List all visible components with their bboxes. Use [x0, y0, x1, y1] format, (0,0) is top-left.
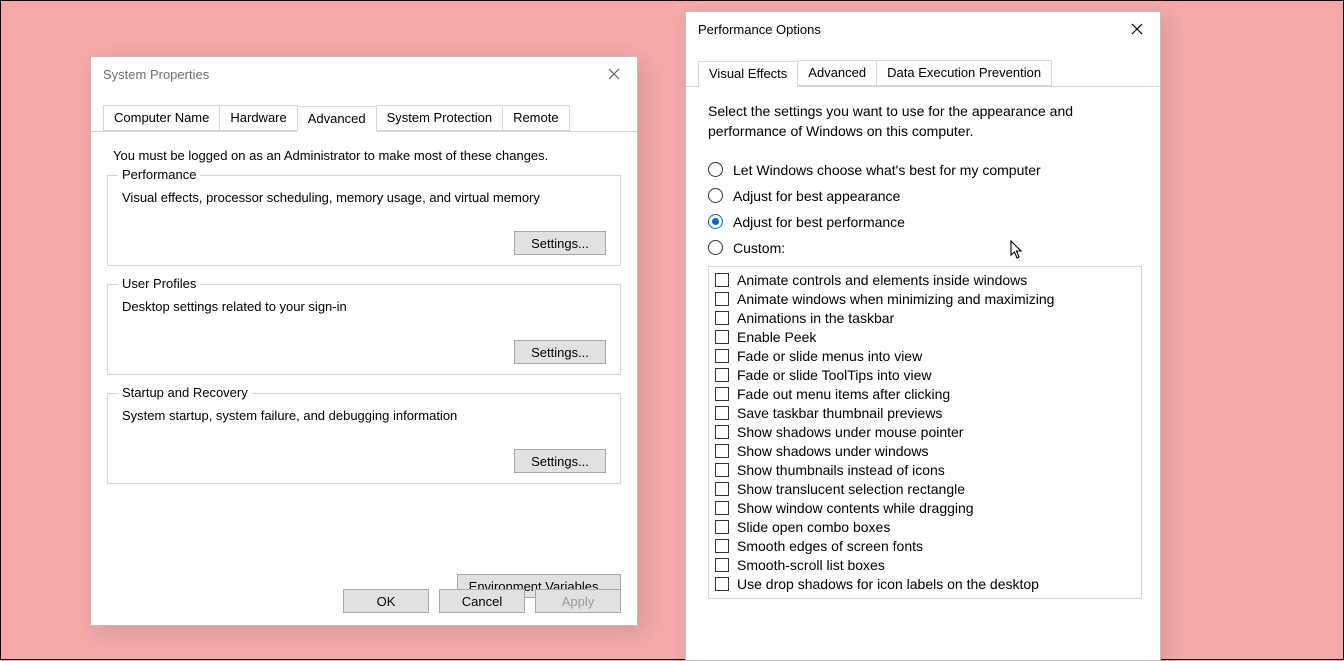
checkbox-icon[interactable] — [715, 330, 729, 344]
checkbox-icon[interactable] — [715, 539, 729, 553]
list-item[interactable]: Show thumbnails instead of icons — [715, 461, 1135, 480]
list-item[interactable]: Animations in the taskbar — [715, 309, 1135, 328]
checkbox-icon[interactable] — [715, 349, 729, 363]
checkbox-label: Show thumbnails instead of icons — [737, 462, 945, 478]
checkbox-icon[interactable] — [715, 482, 729, 496]
group-performance: Performance Visual effects, processor sc… — [107, 175, 621, 266]
cancel-button[interactable]: Cancel — [439, 589, 525, 613]
checkbox-label: Slide open combo boxes — [737, 519, 890, 535]
checkbox-icon[interactable] — [715, 558, 729, 572]
titlebar[interactable]: Performance Options — [686, 12, 1160, 46]
ok-button[interactable]: OK — [343, 589, 429, 613]
radio-icon[interactable] — [708, 188, 723, 203]
checkbox-label: Show shadows under windows — [737, 443, 928, 459]
checkbox-label: Show window contents while dragging — [737, 500, 974, 516]
radio-label: Custom: — [733, 240, 785, 256]
list-item[interactable]: Show shadows under windows — [715, 442, 1135, 461]
list-item[interactable]: Show window contents while dragging — [715, 499, 1135, 518]
window-title: System Properties — [103, 67, 209, 82]
tab-computer-name[interactable]: Computer Name — [103, 105, 220, 131]
list-item[interactable]: Show translucent selection rectangle — [715, 480, 1135, 499]
group-legend: User Profiles — [118, 276, 200, 291]
list-item[interactable]: Smooth edges of screen fonts — [715, 537, 1135, 556]
tab-data-execution-prevention[interactable]: Data Execution Prevention — [876, 60, 1052, 86]
tab-hardware[interactable]: Hardware — [219, 105, 297, 131]
tabs: Computer NameHardwareAdvancedSystem Prot… — [91, 105, 637, 132]
tab-system-protection[interactable]: System Protection — [376, 105, 504, 131]
window-title: Performance Options — [698, 22, 821, 37]
radio-option[interactable]: Custom: — [708, 240, 1142, 256]
list-item[interactable]: Slide open combo boxes — [715, 518, 1135, 537]
tab-visual-effects[interactable]: Visual Effects — [698, 61, 798, 87]
group-desc: Visual effects, processor scheduling, me… — [122, 190, 606, 231]
checkbox-label: Smooth-scroll list boxes — [737, 557, 885, 573]
checkbox-label: Save taskbar thumbnail previews — [737, 405, 942, 421]
checkbox-icon[interactable] — [715, 577, 729, 591]
instruction-text: Select the settings you want to use for … — [708, 101, 1142, 142]
checkbox-icon[interactable] — [715, 311, 729, 325]
checkbox-label: Fade or slide menus into view — [737, 348, 922, 364]
group-legend: Performance — [118, 167, 200, 182]
radio-label: Let Windows choose what's best for my co… — [733, 162, 1041, 178]
radio-label: Adjust for best performance — [733, 214, 905, 230]
checkbox-label: Fade out menu items after clicking — [737, 386, 950, 402]
checkbox-label: Show translucent selection rectangle — [737, 481, 965, 497]
checkbox-label: Smooth edges of screen fonts — [737, 538, 923, 554]
group-startup-recovery: Startup and Recovery System startup, sys… — [107, 393, 621, 484]
checkbox-label: Animate controls and elements inside win… — [737, 272, 1027, 288]
apply-button[interactable]: Apply — [535, 589, 621, 613]
list-item[interactable]: Save taskbar thumbnail previews — [715, 404, 1135, 423]
performance-options-window: Performance Options Visual EffectsAdvanc… — [685, 11, 1161, 661]
list-item[interactable]: Fade out menu items after clicking — [715, 385, 1135, 404]
list-item[interactable]: Fade or slide ToolTips into view — [715, 366, 1135, 385]
list-item[interactable]: Smooth-scroll list boxes — [715, 556, 1135, 575]
radio-option[interactable]: Adjust for best performance — [708, 214, 1142, 230]
close-icon[interactable] — [603, 63, 625, 85]
checkbox-label: Animate windows when minimizing and maxi… — [737, 291, 1054, 307]
performance-settings-button[interactable]: Settings... — [514, 231, 606, 255]
radio-option[interactable]: Let Windows choose what's best for my co… — [708, 162, 1142, 178]
checkbox-label: Use drop shadows for icon labels on the … — [737, 576, 1039, 592]
group-legend: Startup and Recovery — [118, 385, 252, 400]
checkbox-icon[interactable] — [715, 406, 729, 420]
system-properties-window: System Properties Computer NameHardwareA… — [90, 56, 638, 626]
list-item[interactable]: Show shadows under mouse pointer — [715, 423, 1135, 442]
tab-remote[interactable]: Remote — [502, 105, 570, 131]
checkbox-icon[interactable] — [715, 368, 729, 382]
group-desc: System startup, system failure, and debu… — [122, 408, 606, 449]
close-icon[interactable] — [1126, 18, 1148, 40]
radio-label: Adjust for best appearance — [733, 188, 900, 204]
checkbox-icon[interactable] — [715, 425, 729, 439]
checkbox-icon[interactable] — [715, 501, 729, 515]
checkbox-label: Show shadows under mouse pointer — [737, 424, 963, 440]
group-user-profiles: User Profiles Desktop settings related t… — [107, 284, 621, 375]
checkbox-icon[interactable] — [715, 292, 729, 306]
checkbox-label: Animations in the taskbar — [737, 310, 894, 326]
radio-icon[interactable] — [708, 214, 723, 229]
list-item[interactable]: Use drop shadows for icon labels on the … — [715, 575, 1135, 594]
list-item[interactable]: Enable Peek — [715, 328, 1135, 347]
radio-icon[interactable] — [708, 162, 723, 177]
radio-option[interactable]: Adjust for best appearance — [708, 188, 1142, 204]
group-desc: Desktop settings related to your sign-in — [122, 299, 606, 340]
tabs: Visual EffectsAdvancedData Execution Pre… — [686, 60, 1160, 87]
radio-icon[interactable] — [708, 240, 723, 255]
checkbox-icon[interactable] — [715, 444, 729, 458]
tab-advanced[interactable]: Advanced — [797, 60, 877, 86]
list-item[interactable]: Animate controls and elements inside win… — [715, 271, 1135, 290]
list-item[interactable]: Fade or slide menus into view — [715, 347, 1135, 366]
startup-settings-button[interactable]: Settings... — [514, 449, 606, 473]
user-profiles-settings-button[interactable]: Settings... — [514, 340, 606, 364]
checkbox-icon[interactable] — [715, 463, 729, 477]
dialog-buttons: OK Cancel Apply — [343, 589, 621, 613]
tab-advanced[interactable]: Advanced — [297, 106, 377, 132]
titlebar[interactable]: System Properties — [91, 57, 637, 91]
checkbox-icon[interactable] — [715, 387, 729, 401]
list-item[interactable]: Animate windows when minimizing and maxi… — [715, 290, 1135, 309]
checkbox-label: Enable Peek — [737, 329, 816, 345]
checkbox-icon[interactable] — [715, 520, 729, 534]
checkbox-icon[interactable] — [715, 273, 729, 287]
checkbox-label: Fade or slide ToolTips into view — [737, 367, 932, 383]
visual-effects-checklist[interactable]: Animate controls and elements inside win… — [708, 266, 1142, 599]
